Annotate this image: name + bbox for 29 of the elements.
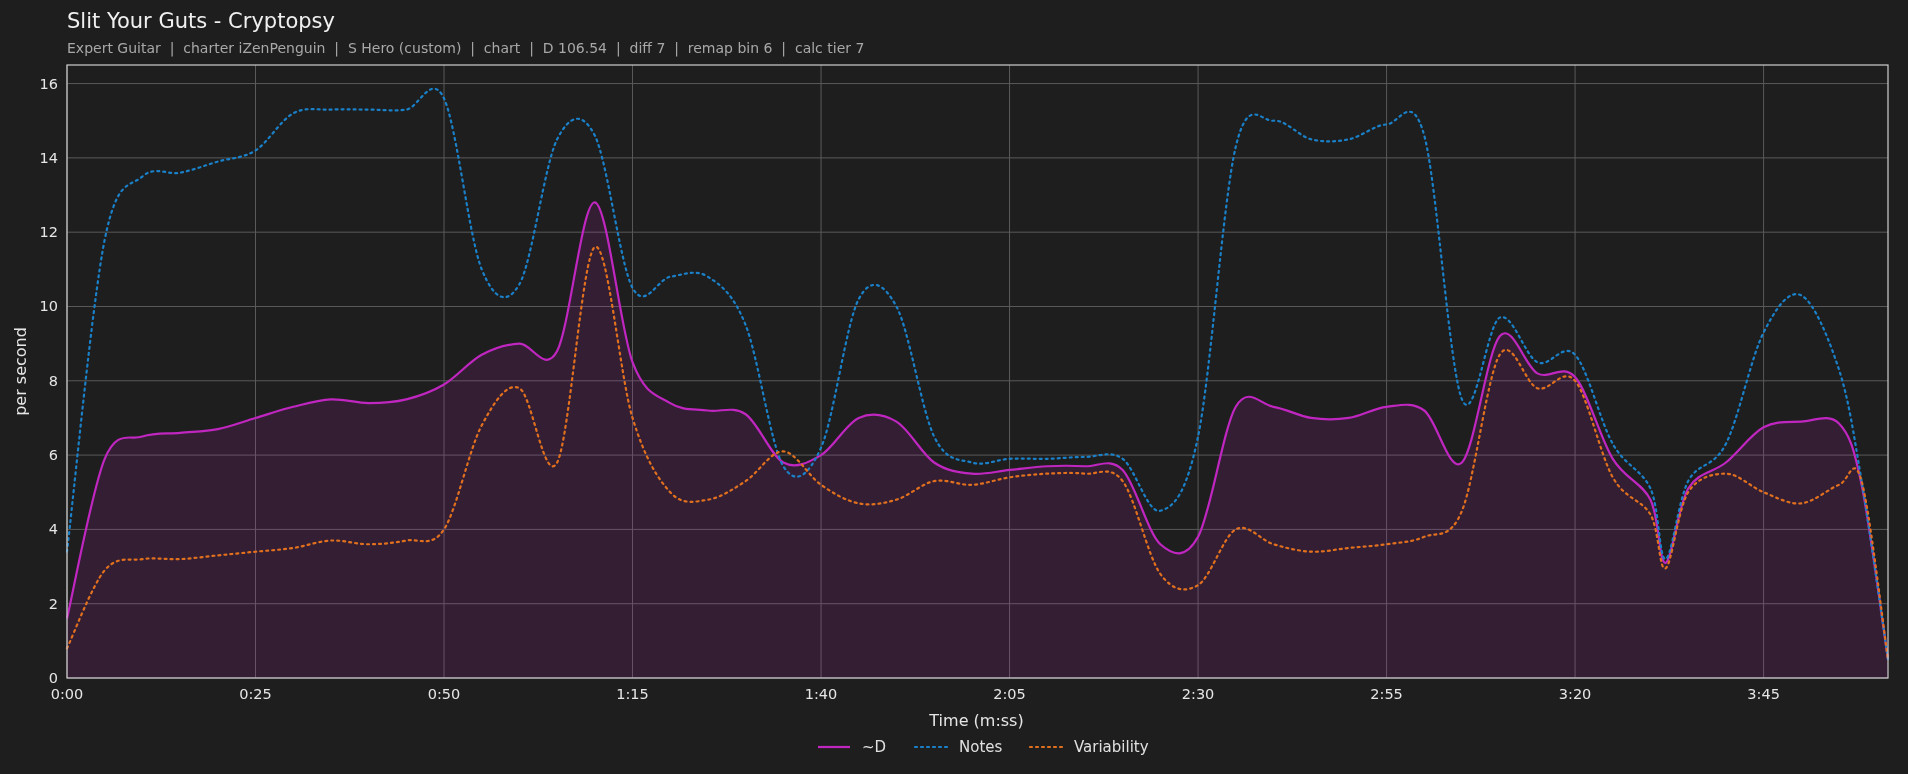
axis-tick-label: 8 <box>48 372 58 389</box>
axis-tick-label: 0:25 <box>239 686 272 702</box>
axis-tick-label: 1:40 <box>804 686 838 702</box>
axis-tick-label: 16 <box>39 75 58 92</box>
axis-tick-label: 1:15 <box>616 686 649 702</box>
legend-label: Notes <box>959 738 1003 756</box>
axis-tick-label: 0:50 <box>427 686 461 702</box>
legend-swatch <box>1028 745 1064 749</box>
axis-tick-label: 2:05 <box>993 686 1026 702</box>
axis-tick-label: 6 <box>48 447 58 464</box>
legend-swatch <box>913 745 949 749</box>
axis-tick-label: 0 <box>48 670 58 686</box>
legend-label: Variability <box>1074 738 1149 756</box>
chart-title: Slit Your Guts - Cryptopsy <box>67 8 336 35</box>
axis-tick-label: 2:55 <box>1370 686 1403 702</box>
axis-tick-label: 3:20 <box>1558 686 1592 702</box>
legend-swatch <box>818 745 850 749</box>
chart-subtitle: Expert Guitar | charter iZenPenguin | S Hero (custom) | chart | D 106.54 | diff 7 | remap bin 6 | calc tier 7 <box>67 39 865 58</box>
axis-tick-label: 0:00 <box>50 686 84 702</box>
axis-tick-label: 14 <box>39 149 58 166</box>
axis-tick-label: 4 <box>48 521 58 538</box>
axis-tick-label: 10 <box>39 298 58 315</box>
axis-tick-label: 2 <box>48 595 58 612</box>
x-axis-label: Time (m:ss) <box>929 711 1024 730</box>
axis-tick-label: 3:45 <box>1747 686 1780 702</box>
legend-label: ~D <box>862 738 887 756</box>
axis-tick-label: 12 <box>39 224 58 241</box>
y-axis-label: per second <box>11 327 30 416</box>
axis-tick-label: 2:30 <box>1181 686 1215 702</box>
